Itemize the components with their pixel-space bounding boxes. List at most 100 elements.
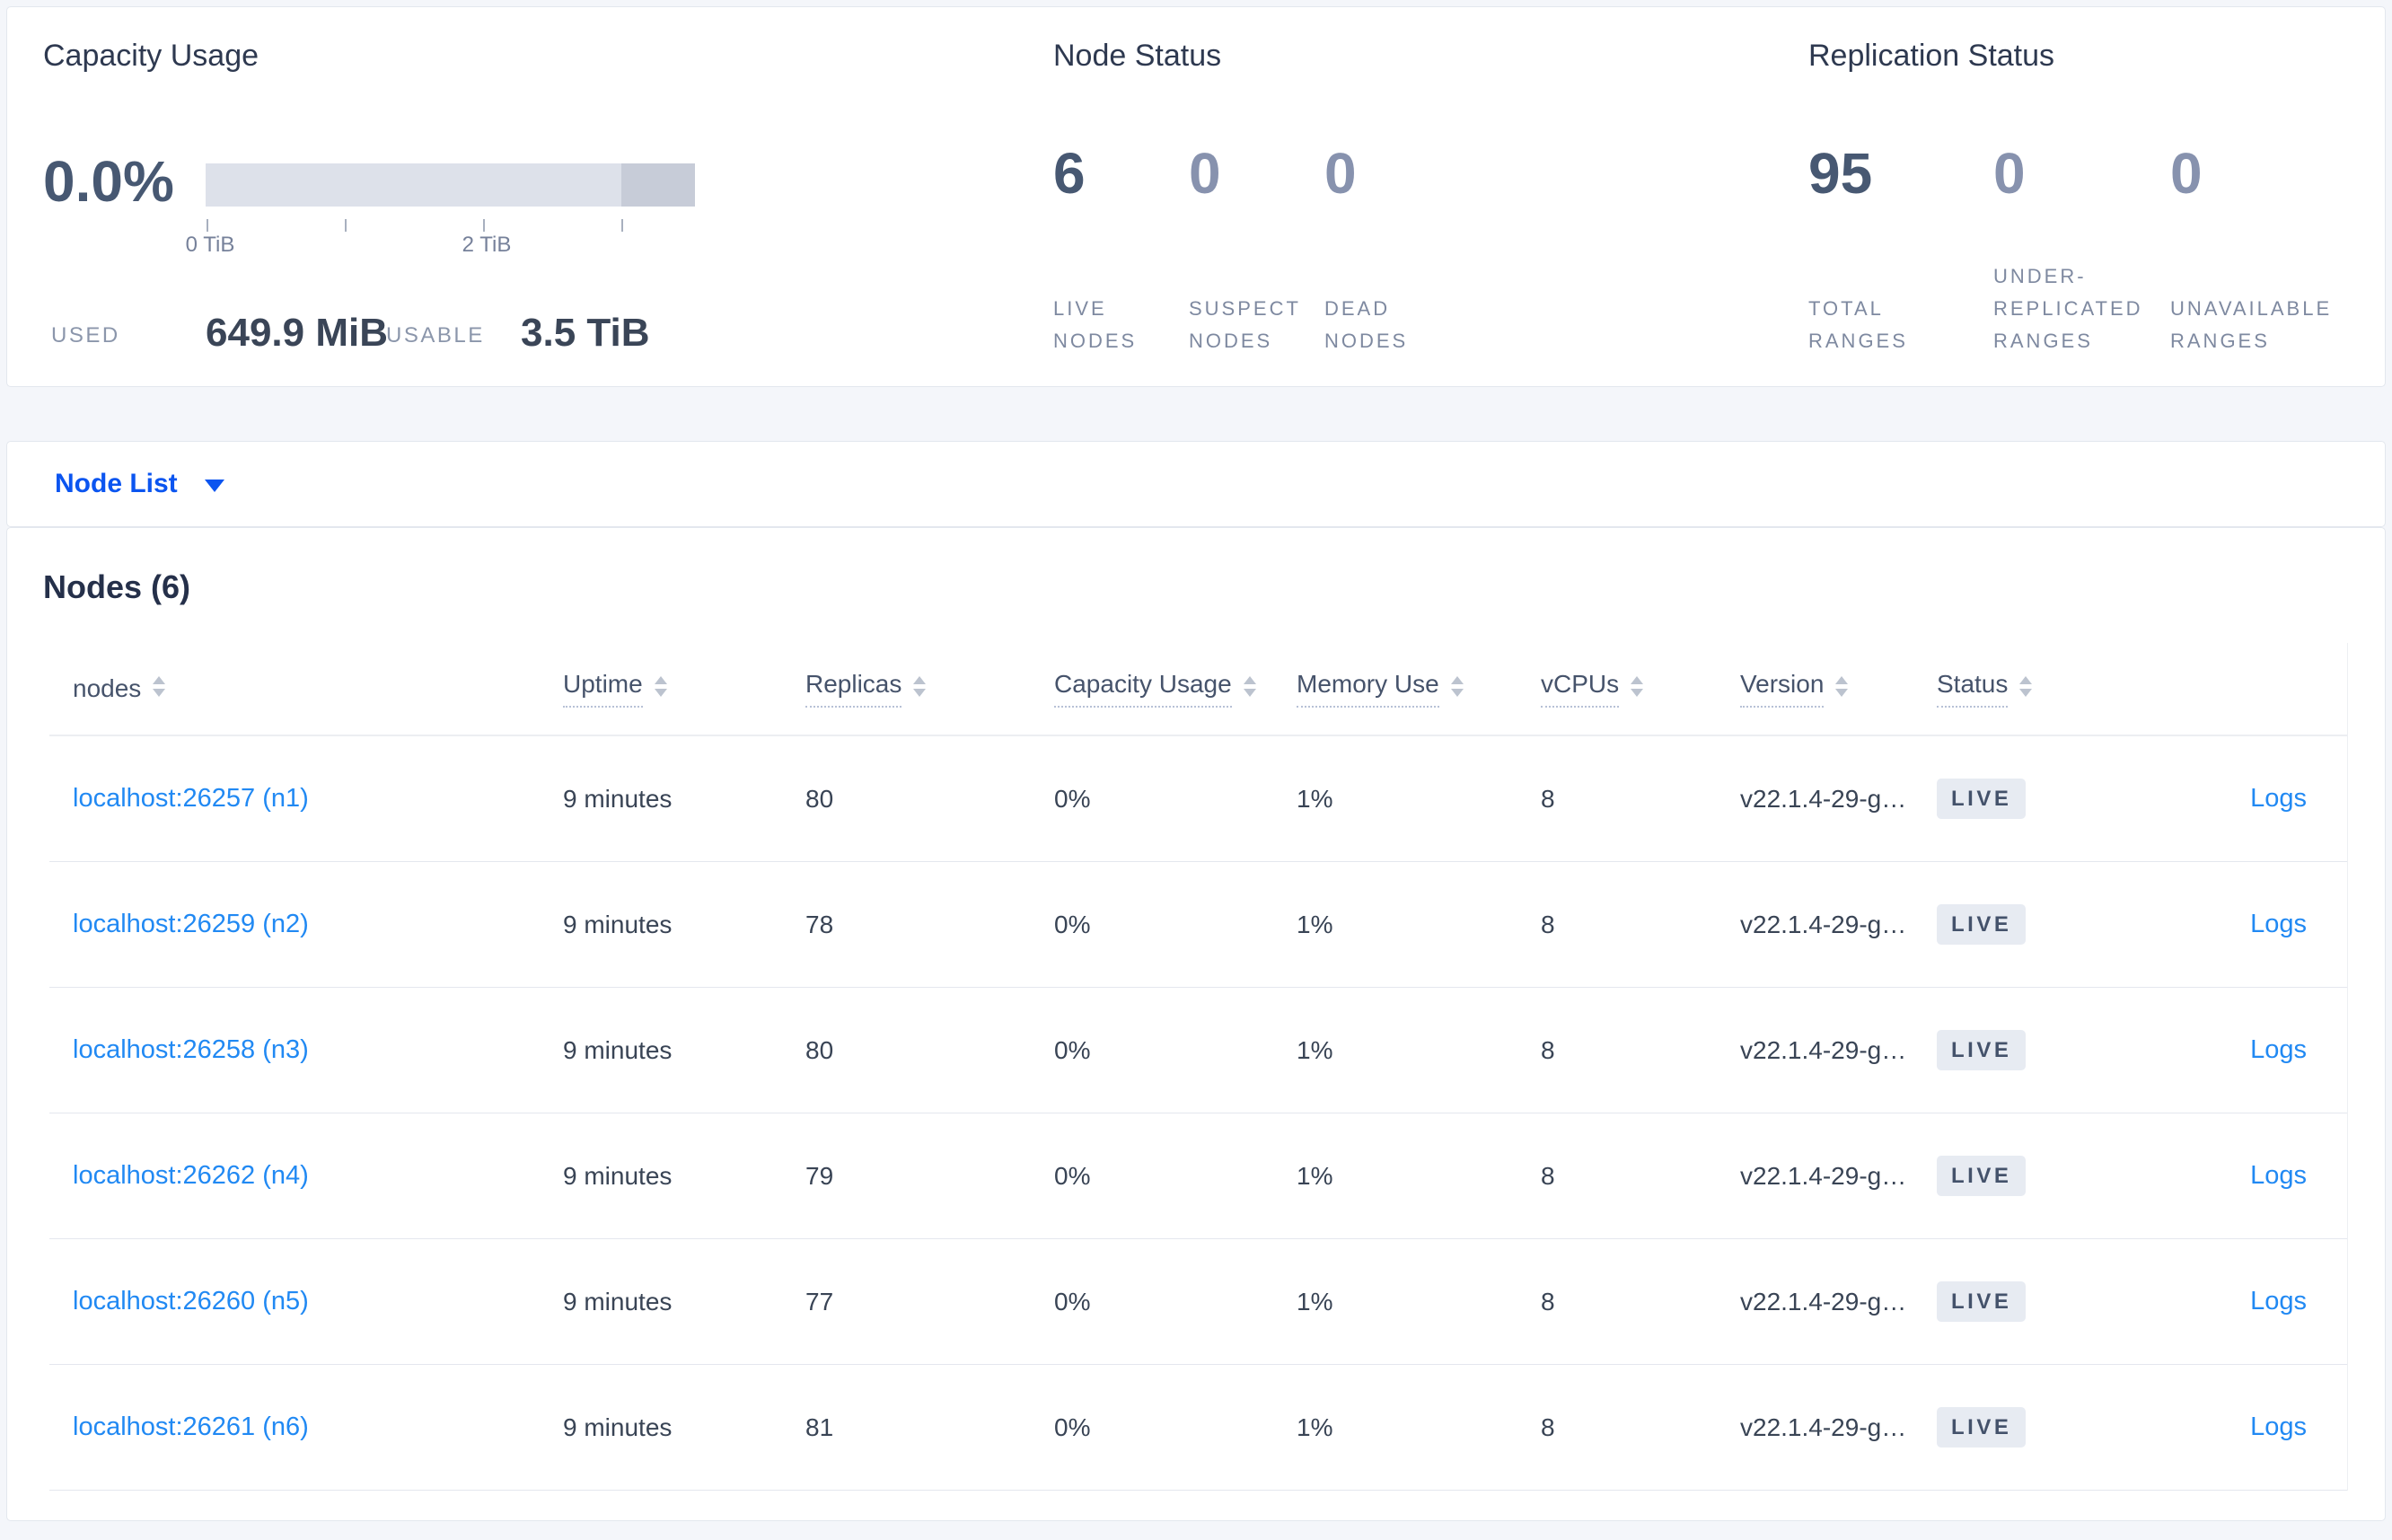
sort-icon: [153, 675, 166, 697]
sort-desc-icon: [153, 688, 166, 697]
column-header-memory-use[interactable]: Memory Use: [1297, 670, 1541, 708]
sort-icon: [654, 675, 667, 697]
node-list-dropdown-label: Node List: [55, 469, 178, 498]
cluster-summary-panel: Capacity Usage 0.0% 0 TiB 2 TiB USED 649…: [6, 6, 2386, 387]
status-badge: LIVE: [1937, 779, 2027, 819]
memory-use-cell: 1%: [1297, 1412, 1333, 1441]
table-header-row: nodes Uptime Replicas Capacity Usage Memory …: [49, 643, 2347, 736]
column-header-version[interactable]: Version: [1740, 670, 1937, 708]
node-address-link[interactable]: localhost:26258 (n3): [73, 1035, 309, 1064]
status-cell: LIVE: [1937, 1030, 2133, 1070]
sort-icon: [1243, 675, 1256, 697]
memory-use-cell: 1%: [1297, 1161, 1333, 1190]
capacity-usage-cell: 0%: [1054, 1287, 1091, 1316]
metric-label: UNDER- REPLICATED RANGES: [1993, 265, 2143, 352]
logs-cell: Logs: [2133, 910, 2348, 939]
summary-metric: 95 TOTAL RANGES: [1808, 142, 1993, 357]
nodes-heading: Nodes (6): [43, 568, 191, 605]
logs-link[interactable]: Logs: [2250, 1161, 2307, 1190]
status-cell: LIVE: [1937, 904, 2133, 945]
node-cell: localhost:26262 (n4): [49, 1161, 563, 1191]
sort-asc-icon: [1450, 675, 1464, 684]
uptime-cell: 9 minutes: [563, 1161, 673, 1190]
uptime-cell: 9 minutes: [563, 1035, 673, 1064]
column-header-capacity-usage[interactable]: Capacity Usage: [1054, 670, 1297, 708]
metric-value: 0: [2170, 141, 2203, 206]
vcpus-cell: 8: [1541, 1161, 1555, 1190]
column-header-vcpus[interactable]: vCPUs: [1541, 670, 1740, 708]
logs-link[interactable]: Logs: [2250, 910, 2307, 938]
table-body: localhost:26257 (n1) 9 minutes 80 0% 1% 8 v22.…: [49, 736, 2347, 1491]
status-cell: LIVE: [1937, 779, 2133, 819]
vcpus-cell: 8: [1541, 1287, 1555, 1316]
logs-cell: Logs: [2133, 1412, 2348, 1442]
version-cell: v22.1.4-29-g…: [1740, 784, 1907, 813]
version-cell: v22.1.4-29-g…: [1740, 1161, 1907, 1190]
memory-use-cell: 1%: [1297, 784, 1333, 813]
logs-cell: Logs: [2133, 784, 2348, 814]
column-header-uptime[interactable]: Uptime: [563, 670, 805, 708]
node-address-link[interactable]: localhost:26261 (n6): [73, 1412, 309, 1441]
capacity-usage-cell: 0%: [1054, 784, 1091, 813]
nodes-table: nodes Uptime Replicas Capacity Usage Memory …: [49, 643, 2348, 1491]
column-header-label: Version: [1740, 670, 1825, 708]
version-cell: v22.1.4-29-g…: [1740, 1287, 1907, 1316]
table-row: localhost:26257 (n1) 9 minutes 80 0% 1% 8 v22.…: [49, 736, 2347, 862]
summary-metric: 0 UNAVAILABLE RANGES: [2170, 142, 2368, 357]
logs-cell: Logs: [2133, 1161, 2348, 1191]
logs-cell: Logs: [2133, 1035, 2348, 1065]
view-selector-bar: Node List: [6, 441, 2386, 527]
node-address-link[interactable]: localhost:26259 (n2): [73, 910, 309, 938]
version-cell: v22.1.4-29-g…: [1740, 1412, 1907, 1441]
metric-label: TOTAL RANGES: [1808, 297, 1908, 352]
column-header-label: Memory Use: [1297, 670, 1439, 708]
logs-link[interactable]: Logs: [2250, 1035, 2307, 1064]
metric-label: UNAVAILABLE RANGES: [2170, 297, 2333, 352]
capacity-usage-cell: 0%: [1054, 1412, 1091, 1441]
table-row: localhost:26258 (n3) 9 minutes 80 0% 1% 8 v22.…: [49, 988, 2347, 1113]
column-header-replicas[interactable]: Replicas: [805, 670, 1054, 708]
sort-asc-icon: [153, 675, 166, 684]
replicas-cell: 80: [805, 1035, 834, 1064]
metric-value: 0: [1993, 141, 2026, 206]
node-status-title: Node Status: [1053, 39, 1222, 73]
status-badge: LIVE: [1937, 1281, 2027, 1322]
logs-cell: Logs: [2133, 1287, 2348, 1316]
logs-link[interactable]: Logs: [2250, 784, 2307, 813]
status-badge: LIVE: [1937, 904, 2027, 945]
capacity-usage-cell: 0%: [1054, 1161, 1091, 1190]
vcpus-cell: 8: [1541, 784, 1555, 813]
memory-use-cell: 1%: [1297, 1035, 1333, 1064]
replicas-cell: 81: [805, 1412, 834, 1441]
metric-value: 95: [1808, 141, 1873, 206]
node-list-dropdown[interactable]: Node List: [55, 469, 224, 499]
column-header-status[interactable]: Status: [1937, 670, 2133, 708]
memory-use-cell: 1%: [1297, 910, 1333, 938]
column-header-label: Capacity Usage: [1054, 670, 1232, 708]
logs-link[interactable]: Logs: [2250, 1287, 2307, 1316]
node-address-link[interactable]: localhost:26257 (n1): [73, 784, 309, 813]
logs-link[interactable]: Logs: [2250, 1412, 2307, 1441]
status-cell: LIVE: [1937, 1156, 2133, 1196]
node-cell: localhost:26261 (n6): [49, 1412, 563, 1442]
sort-icon: [1631, 675, 1644, 697]
sort-desc-icon: [913, 688, 927, 697]
version-cell: v22.1.4-29-g…: [1740, 910, 1907, 938]
vcpus-cell: 8: [1541, 1035, 1555, 1064]
column-header-nodes[interactable]: nodes: [49, 674, 563, 703]
sort-desc-icon: [1835, 688, 1849, 697]
column-header-label: Replicas: [805, 670, 902, 708]
node-cell: localhost:26258 (n3): [49, 1035, 563, 1065]
column-header-label: Uptime: [563, 670, 643, 708]
node-address-link[interactable]: localhost:26260 (n5): [73, 1287, 309, 1316]
node-address-link[interactable]: localhost:26262 (n4): [73, 1161, 309, 1190]
column-header-label: vCPUs: [1541, 670, 1620, 708]
node-cell: localhost:26259 (n2): [49, 910, 563, 939]
table-row: localhost:26259 (n2) 9 minutes 78 0% 1% 8 v22.…: [49, 862, 2347, 988]
vcpus-cell: 8: [1541, 1412, 1555, 1441]
capacity-usage-cell: 0%: [1054, 1035, 1091, 1064]
replicas-cell: 79: [805, 1161, 834, 1190]
uptime-cell: 9 minutes: [563, 910, 673, 938]
sort-desc-icon: [1243, 688, 1256, 697]
status-badge: LIVE: [1937, 1030, 2027, 1070]
